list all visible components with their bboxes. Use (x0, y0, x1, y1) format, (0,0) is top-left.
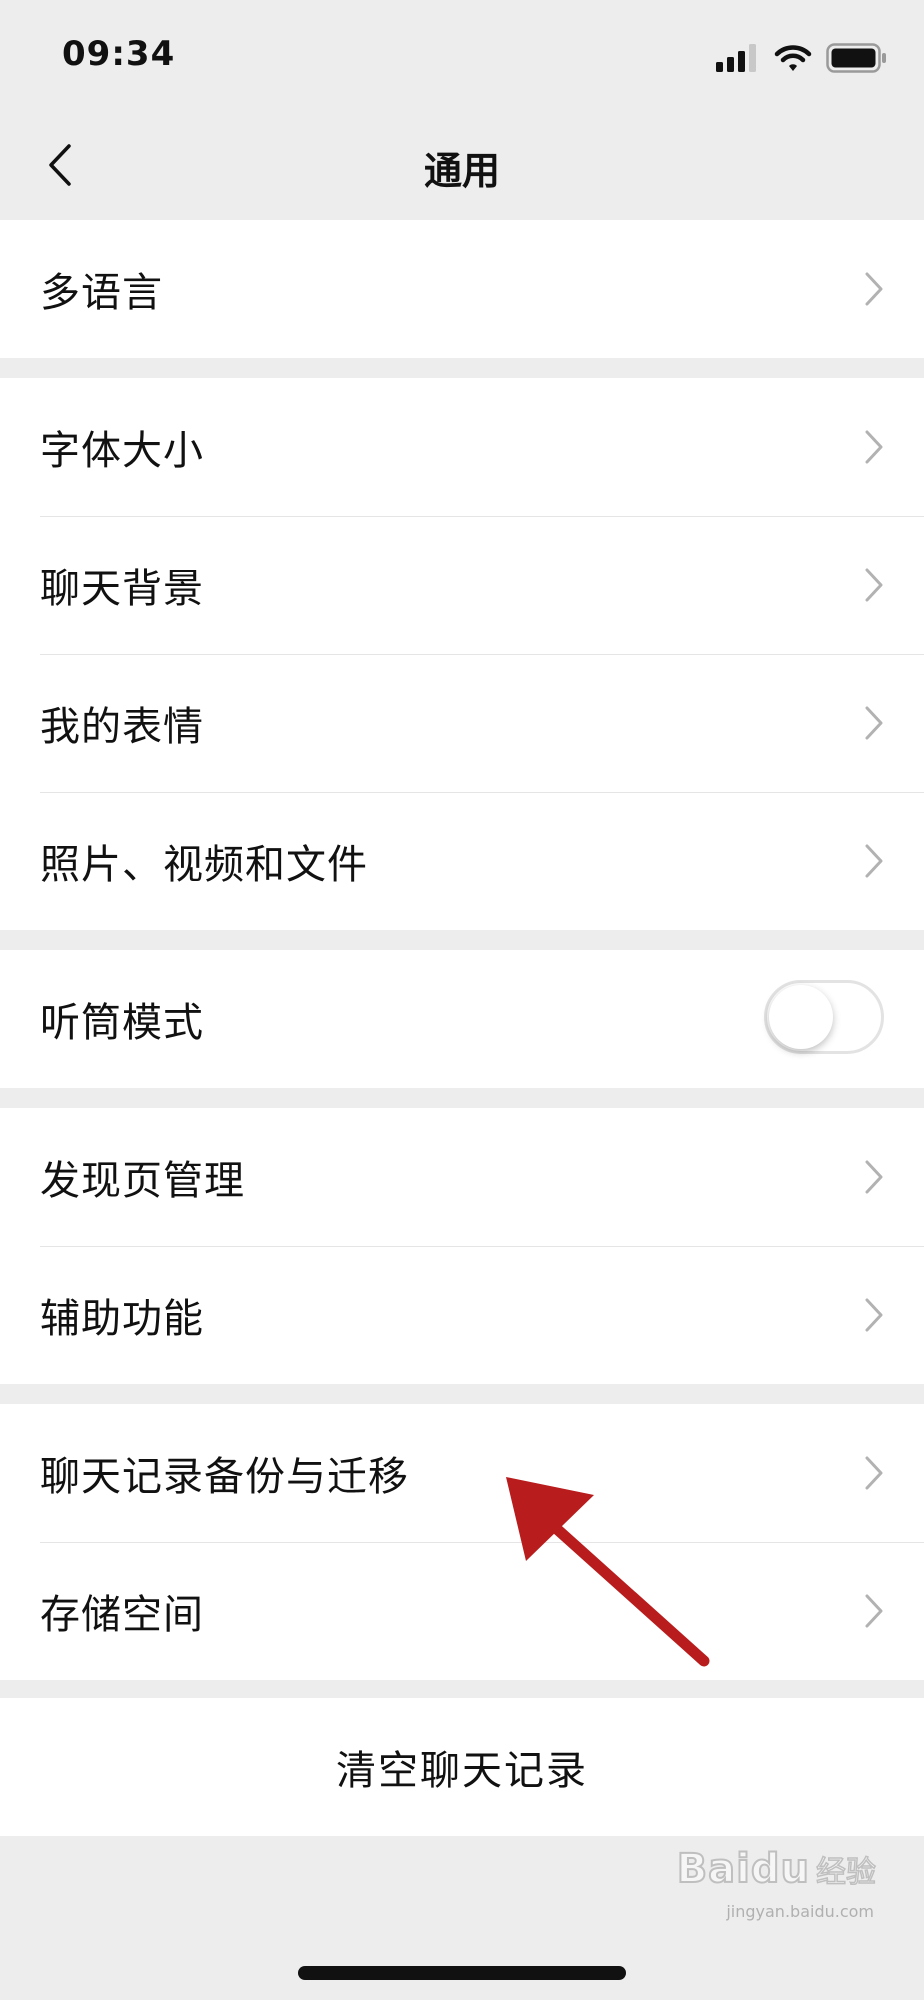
settings-group-earpiece: 听筒模式 (0, 950, 924, 1088)
settings-row-earpiece-mode: 听筒模式 (0, 950, 924, 1088)
chevron-right-icon (865, 1594, 883, 1628)
status-icons (716, 40, 888, 76)
row-label: 辅助功能 (40, 1296, 204, 1342)
row-label: 字体大小 (40, 428, 204, 474)
watermark-logo: Baidu (676, 1845, 810, 1893)
row-label: 存储空间 (40, 1592, 204, 1638)
toggle-knob (769, 985, 833, 1049)
settings-row-discover-management[interactable]: 发现页管理 (0, 1108, 924, 1246)
row-label: 照片、视频和文件 (40, 842, 368, 888)
settings-row-storage-space[interactable]: 存储空间 (0, 1542, 924, 1680)
settings-group-display: 字体大小 聊天背景 我的表情 照片、视频和文件 (0, 378, 924, 930)
home-indicator[interactable] (298, 1966, 626, 1980)
row-label: 多语言 (40, 270, 163, 316)
row-label: 我的表情 (40, 704, 204, 750)
settings-row-language[interactable]: 多语言 (0, 220, 924, 358)
settings-row-font-size[interactable]: 字体大小 (0, 378, 924, 516)
wifi-icon (774, 45, 812, 71)
status-bar: 09:34 (0, 0, 924, 110)
settings-row-chat-background[interactable]: 聊天背景 (0, 516, 924, 654)
earpiece-mode-toggle[interactable] (764, 980, 884, 1054)
settings-row-accessibility[interactable]: 辅助功能 (0, 1246, 924, 1384)
chevron-right-icon (865, 1160, 883, 1194)
chevron-right-icon (865, 568, 883, 602)
clear-chat-history-button[interactable]: 清空聊天记录 (0, 1698, 924, 1836)
chevron-right-icon (865, 430, 883, 464)
page-title: 通用 (423, 149, 500, 193)
row-label: 发现页管理 (40, 1158, 245, 1204)
chevron-right-icon (865, 1456, 883, 1490)
settings-row-photos-videos-files[interactable]: 照片、视频和文件 (0, 792, 924, 930)
chevron-right-icon (865, 1298, 883, 1332)
status-time: 09:34 (62, 34, 176, 74)
settings-group-storage: 聊天记录备份与迁移 存储空间 (0, 1404, 924, 1680)
watermark-text: 经验 (815, 1854, 877, 1891)
battery-icon (826, 43, 886, 73)
navigation-bar: 通用 (0, 110, 924, 220)
row-label: 聊天背景 (40, 566, 204, 612)
settings-group-discover: 发现页管理 辅助功能 (0, 1108, 924, 1384)
baidu-watermark: Baidu 经验 (676, 1845, 877, 1893)
chevron-right-icon (865, 706, 883, 740)
row-label: 聊天记录备份与迁移 (40, 1454, 409, 1500)
row-label: 听筒模式 (40, 1000, 204, 1046)
signal-icon (716, 44, 756, 72)
chevron-right-icon (865, 844, 883, 878)
settings-group-clear: 清空聊天记录 (0, 1698, 924, 1836)
settings-group-language: 多语言 (0, 220, 924, 358)
chevron-right-icon (865, 272, 883, 306)
settings-row-chat-backup-migrate[interactable]: 聊天记录备份与迁移 (0, 1404, 924, 1542)
settings-row-my-stickers[interactable]: 我的表情 (0, 654, 924, 792)
clear-chat-history-label: 清空聊天记录 (336, 1748, 588, 1794)
watermark-url: jingyan.baidu.com (726, 1902, 874, 1921)
